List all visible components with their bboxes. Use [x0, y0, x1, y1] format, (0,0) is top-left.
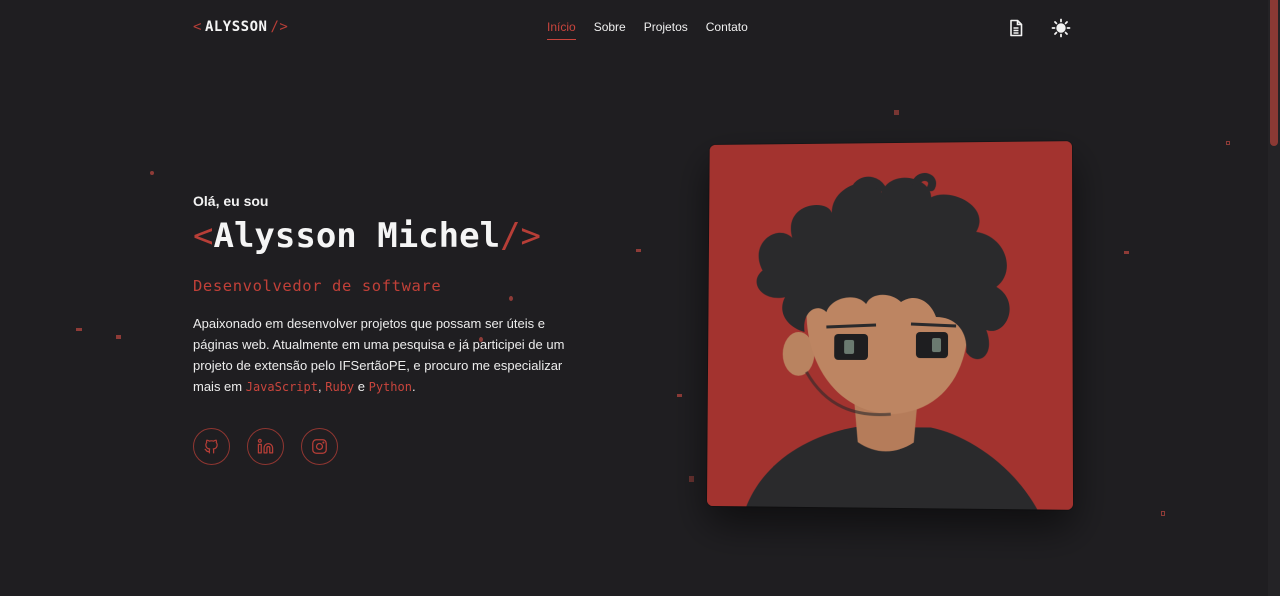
logo-open-bracket: < [193, 19, 202, 35]
linkedin-icon [257, 438, 274, 454]
particle [116, 335, 121, 339]
nav-item-inicio[interactable]: Início [547, 20, 576, 40]
sun-icon [1051, 18, 1071, 38]
hero-role: Desenvolvedor de software [193, 277, 442, 296]
document-icon [1010, 19, 1023, 37]
github-link[interactable] [193, 428, 230, 466]
scrollbar-thumb[interactable] [1270, 0, 1278, 146]
particle [150, 171, 154, 175]
logo-text: ALYSSON [204, 19, 268, 35]
name-close-bracket: /> [500, 216, 542, 256]
hero-section: Olá, eu sou < Alysson Michel /> Desenvol… [193, 193, 573, 466]
background-particles [0, 0, 1280, 596]
page-scrollbar[interactable] [1268, 0, 1280, 596]
name-open-bracket: < [193, 216, 214, 256]
nav-item-contato[interactable]: Contato [706, 20, 748, 40]
main-nav: Início Sobre Projetos Contato [547, 20, 748, 40]
particle [76, 328, 82, 331]
hero-bio: Apaixonado em desenvolver projetos que p… [193, 314, 573, 397]
header-actions [1006, 18, 1071, 38]
particle [636, 249, 641, 252]
instagram-icon [312, 439, 327, 455]
bio-end: . [411, 378, 416, 394]
resume-button[interactable] [1006, 18, 1026, 38]
site-logo[interactable]: < ALYSSON /> [193, 19, 288, 35]
instagram-link[interactable] [301, 428, 338, 466]
theme-toggle-button[interactable] [1051, 18, 1071, 38]
tech-javascript: JavaScript [245, 379, 318, 394]
particle [1124, 251, 1129, 254]
particle [1161, 511, 1165, 516]
nav-item-sobre[interactable]: Sobre [594, 20, 626, 40]
social-links [193, 428, 573, 466]
github-icon [204, 439, 218, 454]
nav-item-projetos[interactable]: Projetos [644, 20, 688, 40]
tech-ruby: Ruby [325, 379, 355, 394]
linkedin-link[interactable] [247, 428, 284, 466]
avatar-illustration [706, 141, 1074, 510]
hero-greeting: Olá, eu sou [193, 193, 269, 209]
tech-python: Python [368, 379, 412, 394]
hero-name: < Alysson Michel /> [193, 216, 573, 256]
avatar-card [706, 141, 1074, 510]
bio-separator: e [354, 378, 369, 394]
portfolio-page: < ALYSSON /> Início Sobre Projetos Conta… [0, 0, 1280, 596]
particle [689, 476, 694, 482]
particle [677, 394, 682, 397]
name-text: Alysson Michel [213, 216, 501, 256]
logo-close-bracket: /> [270, 19, 289, 35]
particle [1226, 141, 1230, 145]
particle [894, 110, 899, 115]
